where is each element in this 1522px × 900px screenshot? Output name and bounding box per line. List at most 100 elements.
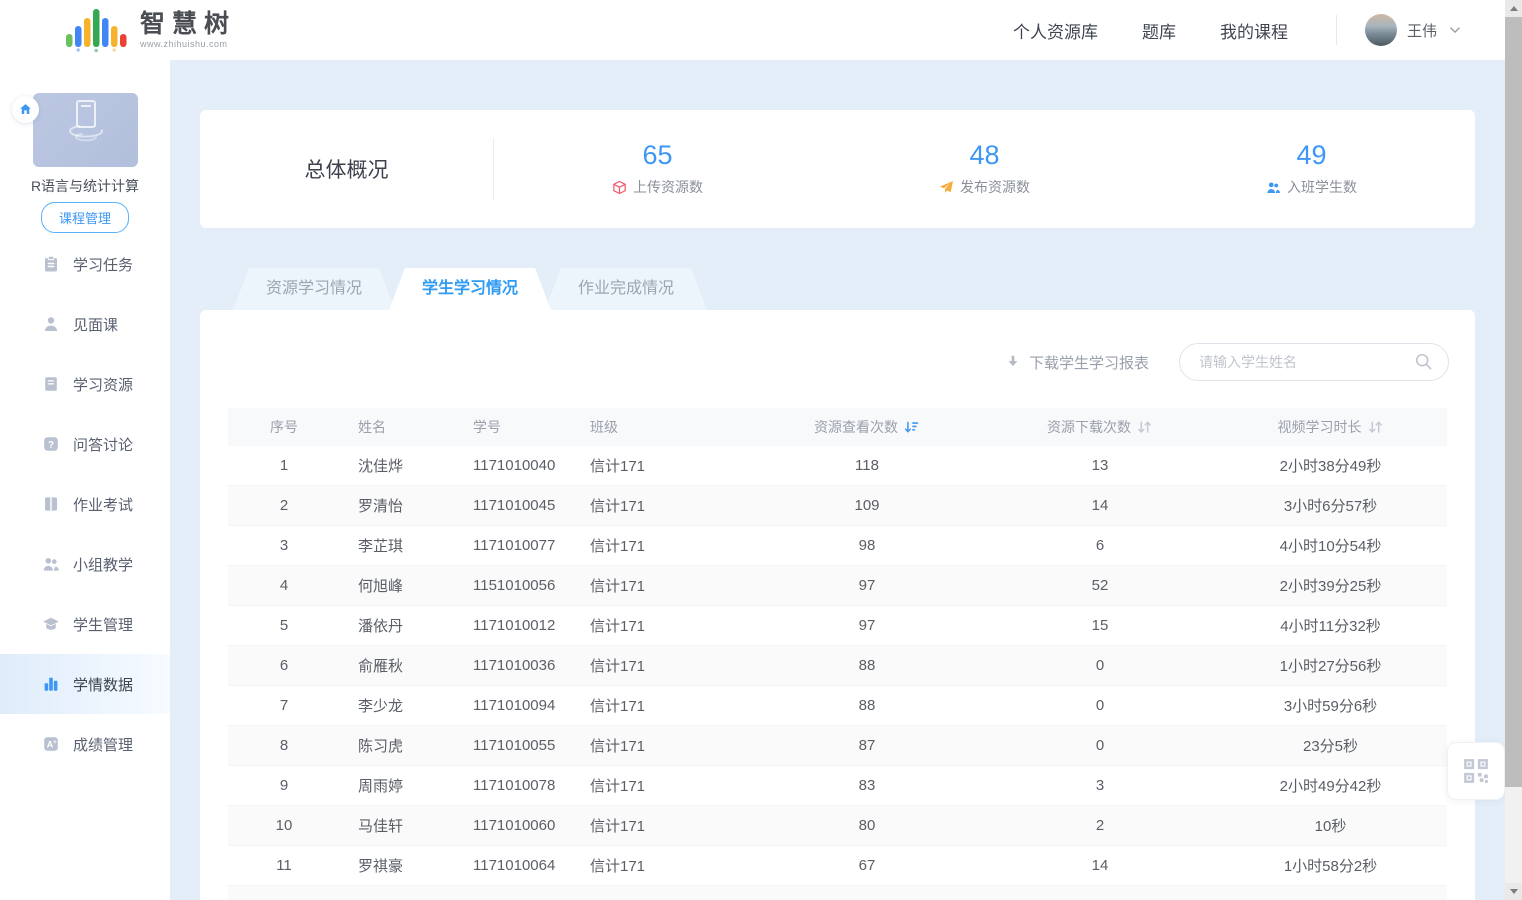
stat-value: 65 [642, 141, 672, 171]
search-icon[interactable] [1414, 352, 1433, 371]
table-row-0: 1沈佳烨1171010040信计171118132小时38分49秒 [228, 446, 1447, 486]
column-label: 资源查看次数 [814, 417, 898, 437]
table-row-2: 3李芷琪1171010077信计1719864小时10分54秒 [228, 526, 1447, 566]
overview-title: 总体概况 [200, 154, 493, 184]
table-row-9: 10马佳轩1171010060信计17180210秒 [228, 806, 1447, 846]
stat-value: 49 [1296, 141, 1326, 171]
scrollbar-thumb[interactable] [1505, 17, 1522, 787]
avatar[interactable] [1365, 14, 1397, 46]
table-cell: 信计171 [590, 495, 748, 516]
sidebar-item-label: 学生管理 [73, 614, 133, 635]
column-label: 学号 [473, 417, 501, 437]
scroll-up-button[interactable] [1505, 0, 1522, 17]
person-icon [42, 315, 60, 333]
brand-logo[interactable]: 智慧树 www.zhihuishu.com [64, 3, 236, 58]
table-cell: 83 [748, 777, 986, 794]
table-cell: 信计171 [590, 655, 748, 676]
table-cell: 李芷琪 [340, 535, 473, 556]
table-cell: 1171010012 [473, 617, 590, 634]
sidebar: R语言与统计计算 课程管理 学习任务见面课学习资源?问答讨论作业考试小组教学学生… [0, 60, 170, 900]
svg-text:+: + [53, 739, 57, 746]
sidebar-item-3[interactable]: ?问答讨论 [0, 414, 170, 474]
table-cell: 周雨婷 [340, 775, 473, 796]
column-label: 班级 [590, 417, 618, 437]
column-header-4[interactable]: 资源查看次数 [748, 417, 986, 437]
course-manage-button[interactable]: 课程管理 [41, 202, 129, 233]
table-cell: 信计171 [590, 695, 748, 716]
table-cell: 4小时10分54秒 [1214, 535, 1447, 556]
tab-bar: 资源学习情况 学生学习情况 作业完成情况 [233, 268, 707, 310]
table-cell: 3小时6分57秒 [1214, 495, 1447, 516]
table-cell: 罗清怡 [340, 495, 473, 516]
sidebar-item-5[interactable]: 小组教学 [0, 534, 170, 594]
table-cell: 沈佳烨 [340, 455, 473, 476]
table-cell: 1171010077 [473, 537, 590, 554]
qr-code-button[interactable] [1447, 742, 1505, 800]
user-menu[interactable]: 王伟 [1365, 14, 1463, 46]
table-cell: 8 [228, 737, 340, 754]
overview-stats: 65 上传资源数 48 发布资源数 49 [494, 141, 1475, 198]
scroll-down-button[interactable] [1505, 883, 1522, 900]
scroll-up-icon [1510, 6, 1518, 11]
column-header-6[interactable]: 视频学习时长 [1214, 417, 1447, 437]
tab-homework-completion[interactable]: 作业完成情况 [545, 268, 707, 310]
table-cell: 1171010045 [473, 497, 590, 514]
sidebar-item-8[interactable]: A+成绩管理 [0, 714, 170, 774]
column-header-5[interactable]: 资源下载次数 [986, 417, 1214, 437]
table-cell: 3小时59分6秒 [1214, 695, 1447, 716]
table-cell: 7 [228, 697, 340, 714]
table-cell: 0 [986, 737, 1214, 754]
brand-url: www.zhihuishu.com [140, 40, 236, 49]
table-row-8: 9周雨婷1171010078信计1718332小时49分42秒 [228, 766, 1447, 806]
tab-student-learning[interactable]: 学生学习情况 [389, 268, 551, 310]
sort-both-icon [1136, 419, 1153, 436]
cube-icon [612, 180, 627, 195]
table-body: 1沈佳烨1171010040信计171118132小时38分49秒2罗清怡117… [228, 446, 1447, 886]
course-title: R语言与统计计算 [0, 176, 170, 196]
table-cell: 80 [748, 817, 986, 834]
table-cell: 10 [228, 817, 340, 834]
table-cell: 3 [986, 777, 1214, 794]
sidebar-item-6[interactable]: 学生管理 [0, 594, 170, 654]
vertical-scrollbar[interactable] [1505, 0, 1522, 900]
home-button[interactable] [12, 96, 39, 123]
clipboard-icon [42, 255, 60, 273]
chevron-down-icon[interactable] [1447, 22, 1463, 38]
nav-divider [1336, 15, 1337, 45]
group-icon [42, 555, 60, 573]
table-cell: 1171010094 [473, 697, 590, 714]
table-cell: 1小时58分2秒 [1214, 855, 1447, 876]
nav-my-courses[interactable]: 我的课程 [1220, 18, 1288, 43]
table-cell: 信计171 [590, 855, 748, 876]
scroll-down-icon [1510, 889, 1518, 894]
nav-personal-resources[interactable]: 个人资源库 [1013, 18, 1098, 43]
tab-resource-learning[interactable]: 资源学习情况 [233, 268, 395, 310]
table-cell: 6 [986, 537, 1214, 554]
column-header-0: 序号 [228, 417, 340, 437]
table-cell: 2 [228, 497, 340, 514]
table-cell: 1171010064 [473, 857, 590, 874]
table-cell: 109 [748, 497, 986, 514]
sort-desc-icon [903, 419, 920, 436]
table-cell: 信计171 [590, 815, 748, 836]
table-cell: 1 [228, 457, 340, 474]
sidebar-item-0[interactable]: 学习任务 [0, 234, 170, 294]
sidebar-item-label: 小组教学 [73, 554, 133, 575]
stat-enrolled-students: 49 入班学生数 [1148, 141, 1475, 198]
sidebar-item-2[interactable]: 学习资源 [0, 354, 170, 414]
column-label: 资源下载次数 [1047, 417, 1131, 437]
table-cell: 何旭峰 [340, 575, 473, 596]
sidebar-item-label: 见面课 [73, 314, 118, 335]
search-input[interactable] [1179, 343, 1449, 381]
table-cell: 2小时38分49秒 [1214, 455, 1447, 476]
column-header-3: 班级 [590, 417, 748, 437]
table-cell: 67 [748, 857, 986, 874]
sidebar-item-1[interactable]: 见面课 [0, 294, 170, 354]
sidebar-item-4[interactable]: 作业考试 [0, 474, 170, 534]
nav-question-bank[interactable]: 题库 [1142, 18, 1176, 43]
download-report-button[interactable]: 下载学生学习报表 [1005, 352, 1149, 373]
table-cell: 1小时27分56秒 [1214, 655, 1447, 676]
qr-icon [1461, 756, 1491, 786]
table-header-row: 序号姓名学号班级资源查看次数资源下载次数视频学习时长 [228, 408, 1447, 446]
sidebar-item-7[interactable]: 学情数据 [0, 654, 170, 714]
